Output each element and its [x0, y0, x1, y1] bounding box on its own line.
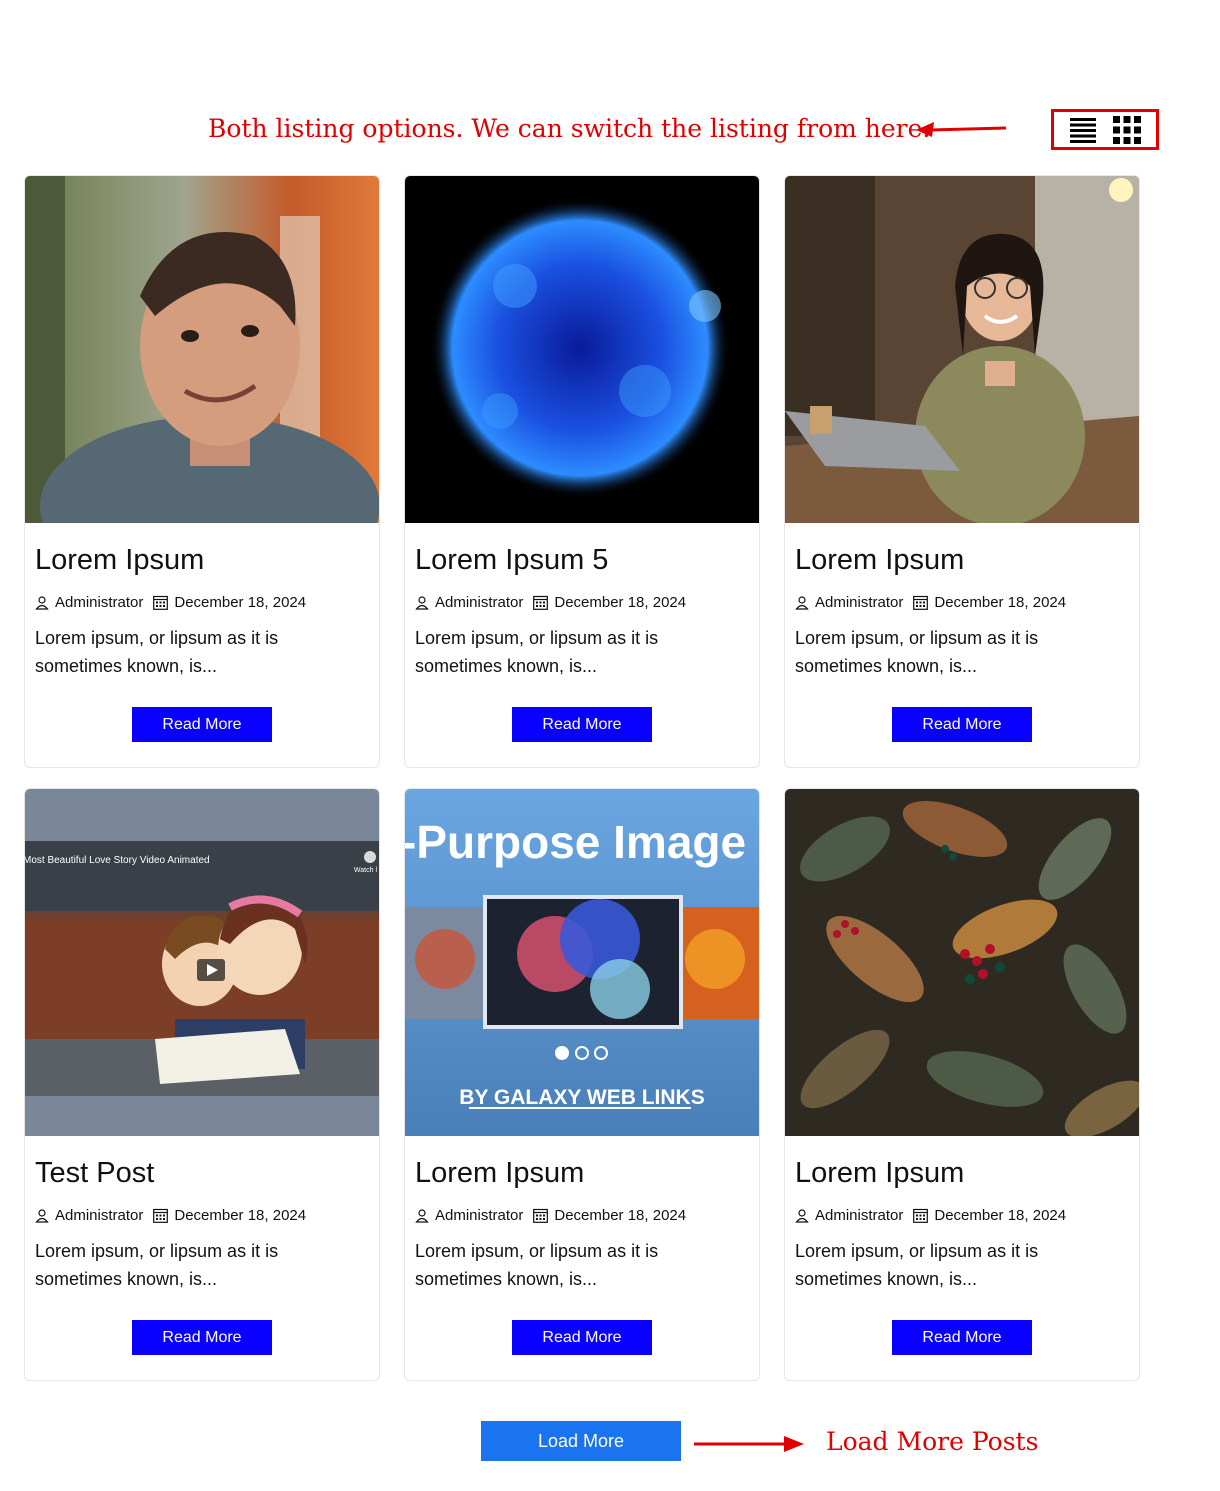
calendar-icon — [153, 1208, 169, 1223]
post-date: December 18, 2024 — [934, 1207, 1067, 1224]
post-excerpt: Lorem ipsum, or lipsum as it is sometime… — [35, 628, 279, 676]
calendar-icon — [913, 1208, 929, 1223]
user-icon — [415, 595, 429, 610]
berries-leaves-image — [785, 789, 1139, 1136]
post-date: December 18, 2024 — [554, 1207, 687, 1224]
list-view-icon — [1070, 117, 1096, 143]
user-icon — [795, 1208, 809, 1223]
post-excerpt: Lorem ipsum, or lipsum as it is sometime… — [415, 628, 659, 676]
post-author[interactable]: Administrator — [815, 594, 903, 611]
post-meta: Administrator December 18, 2024 — [35, 594, 306, 611]
post-date: December 18, 2024 — [174, 594, 307, 611]
post-title[interactable]: Lorem Ipsum — [35, 544, 204, 577]
read-more-button[interactable]: Read More — [892, 707, 1032, 742]
user-icon — [35, 595, 49, 610]
annotation-listing-options: Both listing options. We can switch the … — [208, 114, 931, 143]
post-title[interactable]: Lorem Ipsum — [415, 1157, 584, 1190]
list-view-button[interactable] — [1068, 115, 1098, 145]
post-meta: Administrator December 18, 2024 — [795, 1207, 1066, 1224]
user-icon — [795, 595, 809, 610]
annotation-load-more: Load More Posts — [826, 1427, 1039, 1456]
view-switcher — [1051, 109, 1159, 150]
post-author[interactable]: Administrator — [55, 594, 143, 611]
calendar-icon — [533, 1208, 549, 1223]
man-portrait-image — [25, 176, 379, 523]
post-meta: Administrator December 18, 2024 — [35, 1207, 306, 1224]
read-more-button[interactable]: Read More — [132, 1320, 272, 1355]
post-author[interactable]: Administrator — [435, 1207, 523, 1224]
post-meta: Administrator December 18, 2024 — [415, 594, 686, 611]
post-date: December 18, 2024 — [554, 594, 687, 611]
user-icon — [415, 1208, 429, 1223]
post-author[interactable]: Administrator — [815, 1207, 903, 1224]
calendar-icon — [153, 595, 169, 610]
post-card: Lorem Ipsum Administrator December 18, 2… — [784, 788, 1140, 1381]
banner-heading: -Purpose Image - — [404, 816, 760, 868]
read-more-button[interactable]: Read More — [132, 707, 272, 742]
calendar-icon — [533, 595, 549, 610]
post-card: Lorem Ipsum 5 Administrator December 18,… — [404, 175, 760, 768]
post-date: December 18, 2024 — [174, 1207, 307, 1224]
post-excerpt: Lorem ipsum, or lipsum as it is sometime… — [795, 628, 1039, 676]
post-title[interactable]: Test Post — [35, 1157, 154, 1190]
watch-later-label[interactable]: Watch l — [354, 867, 377, 874]
post-title[interactable]: Lorem Ipsum 5 — [415, 544, 608, 577]
grid-view-button[interactable] — [1112, 115, 1142, 145]
post-card: Most Beautiful Love Story Video Animated… — [24, 788, 380, 1381]
post-author[interactable]: Administrator — [55, 1207, 143, 1224]
post-meta: Administrator December 18, 2024 — [415, 1207, 686, 1224]
banner-footer-link[interactable]: BY GALAXY WEB LINKS — [405, 1086, 759, 1110]
user-icon — [35, 1208, 49, 1223]
post-excerpt: Lorem ipsum, or lipsum as it is sometime… — [35, 1241, 279, 1289]
annotation-arrow-right-icon — [694, 1436, 804, 1452]
post-excerpt: Lorem ipsum, or lipsum as it is sometime… — [795, 1241, 1039, 1289]
post-title[interactable]: Lorem Ipsum — [795, 1157, 964, 1190]
annotation-arrow-left-icon — [916, 122, 1007, 137]
video-caption: Most Beautiful Love Story Video Animated — [24, 855, 210, 866]
post-author[interactable]: Administrator — [435, 594, 523, 611]
grid-view-icon — [1113, 115, 1141, 144]
woman-laptop-image — [785, 176, 1139, 523]
post-card: -Purpose Image - BY GALAXY WEB LINKS Lor… — [404, 788, 760, 1381]
post-card: Lorem Ipsum Administrator December 18, 2… — [784, 175, 1140, 768]
post-date: December 18, 2024 — [934, 594, 1067, 611]
load-more-button[interactable]: Load More — [481, 1421, 681, 1461]
post-excerpt: Lorem ipsum, or lipsum as it is sometime… — [415, 1241, 659, 1289]
post-meta: Administrator December 18, 2024 — [795, 594, 1066, 611]
read-more-button[interactable]: Read More — [892, 1320, 1032, 1355]
animated-video-thumbnail — [25, 789, 379, 1136]
blue-sun-image — [405, 176, 759, 523]
calendar-icon — [913, 595, 929, 610]
read-more-button[interactable]: Read More — [512, 707, 652, 742]
post-title[interactable]: Lorem Ipsum — [795, 544, 964, 577]
post-card: Lorem Ipsum Administrator December 18, 2… — [24, 175, 380, 768]
read-more-button[interactable]: Read More — [512, 1320, 652, 1355]
